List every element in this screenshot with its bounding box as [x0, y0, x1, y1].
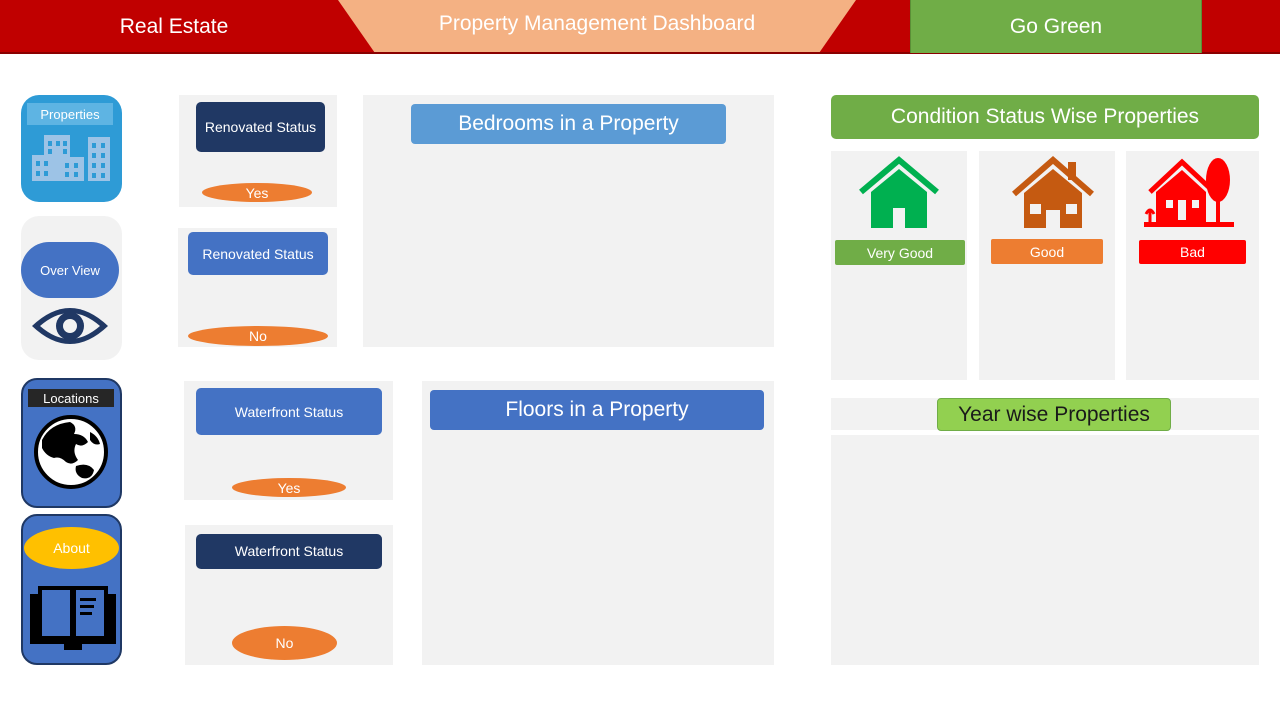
buildings-icon [32, 135, 110, 181]
condition-bad-label: Bad [1139, 240, 1246, 264]
condition-section-title: Condition Status Wise Properties [831, 95, 1259, 139]
waterfront-yes-value: Yes [232, 478, 346, 497]
renovated-no-value: No [188, 326, 328, 346]
year-section-title: Year wise Properties [937, 398, 1171, 431]
waterfront-no-value: No [232, 626, 337, 660]
eye-icon [32, 308, 108, 344]
house-icon-very-good [859, 156, 939, 228]
globe-icon [34, 415, 108, 489]
book-icon [30, 586, 116, 650]
house-icon-good [1012, 156, 1094, 228]
nav-about-button[interactable]: About [24, 527, 119, 569]
page-title: Property Management Dashboard [338, 0, 856, 52]
condition-very-good-label: Very Good [835, 240, 965, 265]
nav-locations-label[interactable]: Locations [28, 389, 114, 407]
floors-chart-title: Floors in a Property [430, 390, 764, 430]
go-green-button[interactable]: Go Green [910, 0, 1202, 53]
renovated-status-title[interactable]: Renovated Status [196, 102, 325, 152]
house-tree-icon-bad [1144, 158, 1234, 227]
bedrooms-chart-title: Bedrooms in a Property [411, 104, 726, 144]
renovated-status-title[interactable]: Renovated Status [188, 232, 328, 275]
year-chart-panel [831, 435, 1259, 665]
condition-good-label: Good [991, 239, 1103, 264]
waterfront-status-title[interactable]: Waterfront Status [196, 534, 382, 569]
waterfront-status-title[interactable]: Waterfront Status [196, 388, 382, 435]
brand-title: Real Estate [119, 15, 229, 38]
nav-properties-label[interactable]: Properties [27, 103, 113, 125]
renovated-yes-value: Yes [202, 183, 312, 202]
nav-overview-button[interactable]: Over View [21, 242, 119, 298]
